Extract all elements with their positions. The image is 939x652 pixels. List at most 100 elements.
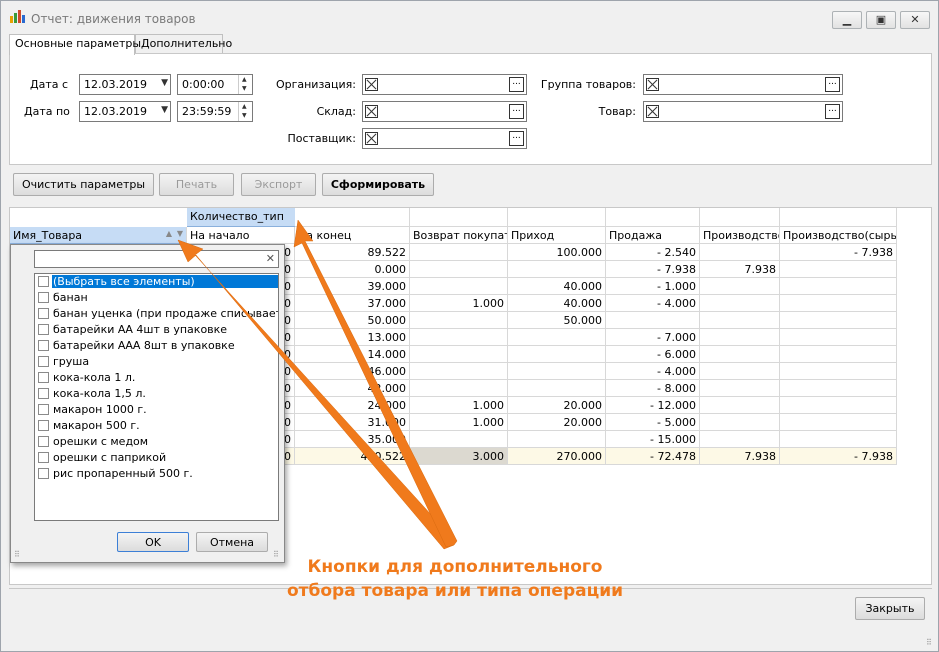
minimize-button[interactable]: ▁ — [832, 11, 862, 29]
table-cell: 89.522 — [295, 244, 410, 261]
total-cell: 7.938 — [700, 448, 780, 465]
title-bar: Отчет: движения товаров ▁ ▣ ✕ — [1, 1, 938, 31]
window-resize-grip-icon[interactable]: ⠿ — [926, 638, 932, 647]
filter-dropdown-icon[interactable]: ▼ — [177, 229, 183, 238]
filter-list-item[interactable]: орешки с медом — [35, 434, 278, 450]
filter-item-label: кока-кола 1,5 л. — [53, 387, 146, 400]
filter-cancel-button[interactable]: Отмена — [196, 532, 268, 552]
product-field[interactable]: ... — [643, 101, 843, 122]
chevron-down-icon[interactable]: ▼ — [161, 105, 168, 115]
table-cell: 20.000 — [508, 414, 606, 431]
table-cell: 40.000 — [508, 295, 606, 312]
filter-list-item[interactable]: рис пропаренный 500 г. — [35, 466, 278, 482]
column-header[interactable]: На конец — [295, 227, 410, 244]
filter-list-item[interactable]: банан — [35, 290, 278, 306]
column-header[interactable]: Продажа — [606, 227, 700, 244]
table-cell — [700, 346, 780, 363]
column-header-spacer — [780, 208, 897, 227]
checkbox[interactable] — [38, 292, 49, 303]
filter-search-input[interactable]: ✕ — [34, 250, 279, 268]
maximize-icon: ▣ — [875, 13, 887, 26]
checkbox[interactable] — [38, 340, 49, 351]
checkbox[interactable] — [38, 388, 49, 399]
header-product-name[interactable]: Имя_Товара ▲ ▼ — [10, 227, 187, 244]
maximize-button[interactable]: ▣ — [866, 11, 896, 29]
ellipsis-button[interactable]: ... — [509, 104, 524, 119]
ellipsis-button[interactable]: ... — [509, 77, 524, 92]
date-from-field[interactable]: 12.03.2019 ▼ — [79, 74, 171, 95]
column-header[interactable]: Производство(сырье) — [780, 227, 897, 244]
time-to-field[interactable]: 23:59:59 ▲ ▼ — [177, 101, 253, 122]
date-to-field[interactable]: 12.03.2019 ▼ — [79, 101, 171, 122]
column-header[interactable]: Возврат покупателя — [410, 227, 508, 244]
spin-down-icon: ▼ — [242, 112, 247, 119]
column-header[interactable]: На начало — [187, 227, 295, 244]
filter-list-item[interactable]: макарон 1000 г. — [35, 402, 278, 418]
time-from-spinner[interactable]: ▲ ▼ — [238, 75, 252, 94]
total-cell: 270.000 — [508, 448, 606, 465]
filter-list-item[interactable]: груша — [35, 354, 278, 370]
checkbox[interactable] — [38, 420, 49, 431]
filter-ok-button[interactable]: OK — [117, 532, 189, 552]
clear-checkbox-icon[interactable] — [365, 105, 378, 118]
table-cell — [410, 329, 508, 346]
column-header[interactable]: Производство — [700, 227, 780, 244]
checkbox[interactable] — [38, 276, 49, 287]
checkbox[interactable] — [38, 452, 49, 463]
table-cell: - 4.000 — [606, 363, 700, 380]
group-header-quantity-type[interactable]: Количество_тип ▼ — [187, 208, 307, 227]
close-window-button[interactable]: ✕ — [900, 11, 930, 29]
filter-item-label: рис пропаренный 500 г. — [53, 467, 193, 480]
checkbox[interactable] — [38, 436, 49, 447]
filter-list-item[interactable]: орешки с паприкой — [35, 450, 278, 466]
filter-values-list[interactable]: (Выбрать все элементы) банан банан уценка … — [34, 273, 279, 521]
filter-list-item[interactable]: батарейки ААА 8шт в упаковке — [35, 338, 278, 354]
filter-list-item[interactable]: (Выбрать все элементы) — [35, 274, 278, 290]
checkbox[interactable] — [38, 372, 49, 383]
column-header-spacer — [410, 208, 508, 227]
filter-list-item[interactable]: батарейки АА 4шт в упаковке — [35, 322, 278, 338]
clear-search-icon[interactable]: ✕ — [266, 252, 275, 265]
chevron-down-icon[interactable]: ▼ — [161, 78, 168, 88]
ellipsis-button[interactable]: ... — [825, 77, 840, 92]
clear-checkbox-icon[interactable] — [365, 132, 378, 145]
ellipsis-button[interactable]: ... — [825, 104, 840, 119]
filter-list-item[interactable]: макарон 500 г. — [35, 418, 278, 434]
checkbox[interactable] — [38, 356, 49, 367]
column-header-spacer — [508, 208, 606, 227]
table-cell — [780, 363, 897, 380]
close-button[interactable]: Закрыть — [855, 597, 925, 620]
resize-grip-icon[interactable]: ⠿ — [14, 550, 20, 559]
product-group-field[interactable]: ... — [643, 74, 843, 95]
spin-up-icon: ▲ — [242, 76, 247, 83]
checkbox[interactable] — [38, 308, 49, 319]
table-cell — [410, 244, 508, 261]
date-from-label: Дата с — [30, 78, 69, 91]
clear-checkbox-icon[interactable] — [365, 78, 378, 91]
print-button[interactable]: Печать — [159, 173, 234, 196]
table-cell: 39.000 — [295, 278, 410, 295]
filter-list-item[interactable]: банан уценка (при продаже списывается ба — [35, 306, 278, 322]
clear-params-button[interactable]: Очистить параметры — [13, 173, 154, 196]
time-to-spinner[interactable]: ▲ ▼ — [238, 102, 252, 121]
tab-additional[interactable]: Дополнительно — [135, 34, 232, 54]
clear-checkbox-icon[interactable] — [646, 78, 659, 91]
tab-main-params[interactable]: Основные параметры — [9, 34, 141, 55]
checkbox[interactable] — [38, 404, 49, 415]
filter-list-item[interactable]: кока-кола 1 л. — [35, 370, 278, 386]
supplier-field[interactable]: ... — [362, 128, 527, 149]
filter-list-item[interactable]: кока-кола 1,5 л. — [35, 386, 278, 402]
table-cell — [780, 295, 897, 312]
checkbox[interactable] — [38, 324, 49, 335]
clear-checkbox-icon[interactable] — [646, 105, 659, 118]
warehouse-field[interactable]: ... — [362, 101, 527, 122]
filter-item-label: орешки с медом — [53, 435, 149, 448]
time-from-field[interactable]: 0:00:00 ▲ ▼ — [177, 74, 253, 95]
checkbox[interactable] — [38, 468, 49, 479]
export-button[interactable]: Экспорт — [241, 173, 316, 196]
organization-field[interactable]: ... — [362, 74, 527, 95]
build-report-button[interactable]: Сформировать — [322, 173, 434, 196]
ellipsis-button[interactable]: ... — [509, 131, 524, 146]
column-header[interactable]: Приход — [508, 227, 606, 244]
sort-icon[interactable]: ▲ — [166, 229, 172, 238]
